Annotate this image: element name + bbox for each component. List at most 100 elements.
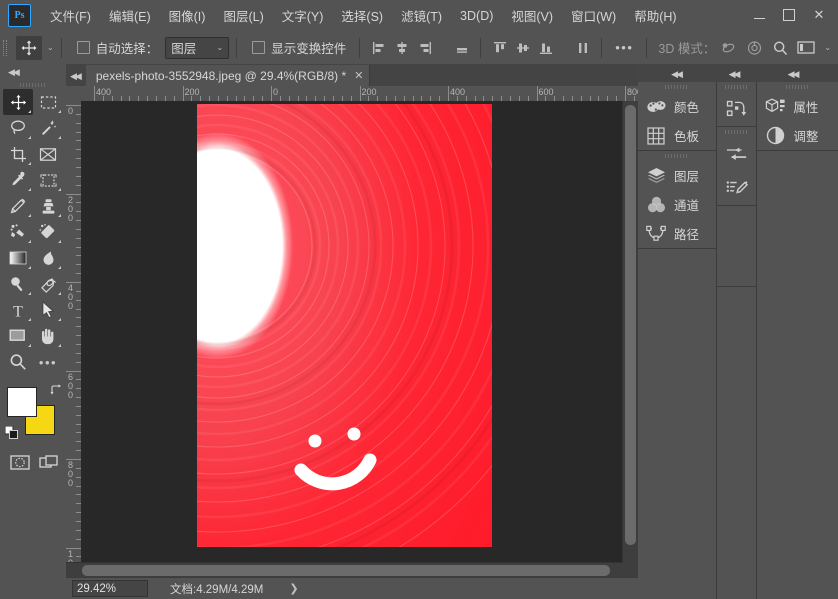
tool-type[interactable]: T <box>3 297 33 323</box>
panel-channels[interactable]: 通道 <box>638 190 716 219</box>
align-horizontal-centers-icon[interactable] <box>390 37 413 59</box>
menu-image[interactable]: 图像(I) <box>160 1 215 30</box>
tool-frame[interactable] <box>33 141 63 167</box>
screen-mode-button[interactable] <box>34 449 63 475</box>
align-bottom-edges-icon[interactable] <box>450 37 473 59</box>
tool-history-brush[interactable] <box>3 219 33 245</box>
orbit-3d-icon[interactable] <box>715 37 741 59</box>
tool-spot-healing[interactable] <box>33 167 63 193</box>
show-transform-checkbox-group[interactable]: 显示变换控件 <box>252 38 346 57</box>
tool-rectangle[interactable] <box>3 323 33 349</box>
workspace-switcher-icon[interactable] <box>793 37 819 59</box>
auto-select-checkbox[interactable] <box>76 41 90 54</box>
menu-3d[interactable]: 3D(D) <box>451 4 502 28</box>
vertical-scrollbar[interactable] <box>622 101 638 578</box>
tool-lasso[interactable] <box>3 115 33 141</box>
foreground-color-swatch[interactable] <box>7 387 37 417</box>
panel-grip[interactable] <box>638 151 716 161</box>
image-canvas[interactable] <box>197 104 492 547</box>
horizontal-ruler[interactable]: 400200020040060080010001200 <box>66 86 638 102</box>
default-colors-icon[interactable] <box>4 425 18 439</box>
panel-adjustments[interactable]: 调整 <box>757 121 838 150</box>
options-bar-grip[interactable] <box>0 31 10 64</box>
menu-select[interactable]: 选择(S) <box>332 1 392 30</box>
tool-path-selection[interactable] <box>33 297 63 323</box>
canvas-viewport[interactable] <box>81 101 623 578</box>
toolbar-collapse-button[interactable]: ◀◀ <box>0 64 66 80</box>
close-button[interactable]: ✕ <box>804 3 834 27</box>
auto-select-target-dropdown[interactable]: 图层 ⌄ <box>165 36 230 59</box>
maximize-button[interactable] <box>774 3 804 27</box>
menu-window[interactable]: 窗口(W) <box>562 1 625 30</box>
panel-color[interactable]: 颜色 <box>638 92 716 121</box>
tool-magic-wand[interactable] <box>33 115 63 141</box>
menu-file[interactable]: 文件(F) <box>41 1 100 30</box>
tool-eyedropper[interactable] <box>3 167 33 193</box>
distribute-horizontal-centers-icon[interactable] <box>571 37 594 59</box>
tool-dodge[interactable] <box>3 271 33 297</box>
tool-preset-caret-icon[interactable]: ⌄ <box>47 43 54 52</box>
tool-rectangular-marquee[interactable] <box>33 89 63 115</box>
tool-move[interactable] <box>3 89 33 115</box>
tool-crop[interactable] <box>3 141 33 167</box>
vertical-ruler[interactable]: 0200400600800100012001400 <box>66 101 82 578</box>
tool-clone-stamp[interactable] <box>33 193 63 219</box>
tool-brush[interactable] <box>3 193 33 219</box>
menu-edit[interactable]: 编辑(E) <box>100 1 160 30</box>
tool-pen[interactable] <box>33 271 63 297</box>
panel-grip[interactable] <box>717 82 757 92</box>
close-icon[interactable]: ✕ <box>354 69 363 82</box>
distribute-top-edges-icon[interactable] <box>488 37 511 59</box>
panel-brush-settings[interactable] <box>717 137 757 171</box>
zoom-3d-icon[interactable] <box>767 37 793 59</box>
tool-gradient[interactable] <box>3 245 33 271</box>
menu-filter[interactable]: 滤镜(T) <box>392 1 451 30</box>
show-transform-checkbox[interactable] <box>252 41 266 54</box>
panel-paths[interactable]: 路径 <box>638 219 716 248</box>
panel-properties[interactable]: 属性 <box>757 92 838 121</box>
tool-hand[interactable] <box>33 323 63 349</box>
panel-brush-presets[interactable] <box>717 171 757 205</box>
auto-select-checkbox-group[interactable]: 自动选择： <box>76 38 158 57</box>
minimize-button[interactable] <box>744 3 774 27</box>
menu-view[interactable]: 视图(V) <box>502 1 562 30</box>
move-tool-icon[interactable] <box>16 35 42 60</box>
tool-blur[interactable] <box>33 245 63 271</box>
menu-layer[interactable]: 图层(L) <box>214 1 272 30</box>
distribute-vertical-centers-icon[interactable] <box>511 37 534 59</box>
align-left-edges-icon[interactable] <box>367 37 390 59</box>
submenu-indicator <box>28 110 31 113</box>
align-right-edges-icon[interactable] <box>413 37 436 59</box>
panel-layers[interactable]: 图层 <box>638 161 716 190</box>
toolbar-grip[interactable] <box>0 80 66 89</box>
vertical-scrollbar-thumb[interactable] <box>625 105 636 545</box>
ruler-major-mark <box>66 282 81 283</box>
more-options-button[interactable]: ••• <box>609 40 639 55</box>
panel-grip[interactable] <box>717 127 757 137</box>
panel-grip[interactable] <box>757 82 838 92</box>
tool-edit-toolbar[interactable]: ••• <box>33 349 63 375</box>
workspace-caret-icon[interactable]: ⌄ <box>824 43 831 52</box>
zoom-level-field[interactable]: 29.42% <box>72 580 148 597</box>
dock-collapse-3[interactable]: ◀◀ <box>753 66 832 80</box>
document-tab[interactable]: pexels-photo-3552948.jpeg @ 29.4%(RGB/8)… <box>85 65 371 86</box>
dock-collapse-1[interactable]: ◀◀ <box>638 66 714 80</box>
status-menu-arrow-icon[interactable]: ❯ <box>289 582 298 595</box>
history-actions-group <box>716 82 757 127</box>
tool-eraser[interactable] <box>33 219 63 245</box>
swap-colors-icon[interactable] <box>50 383 63 399</box>
tool-zoom[interactable] <box>3 349 33 375</box>
dock-collapse-2[interactable]: ◀◀ <box>714 66 753 80</box>
panel-swatches[interactable]: 色板 <box>638 121 716 150</box>
panel-grip[interactable] <box>638 82 716 92</box>
distribute-bottom-edges-icon[interactable] <box>534 37 557 59</box>
horizontal-scrollbar-thumb[interactable] <box>82 565 610 576</box>
menu-type[interactable]: 文字(Y) <box>273 1 333 30</box>
horizontal-scrollbar[interactable] <box>66 562 623 578</box>
menu-help[interactable]: 帮助(H) <box>625 1 685 30</box>
roll-3d-icon[interactable] <box>741 37 767 59</box>
quick-mask-button[interactable] <box>5 449 34 475</box>
dock-header: ◀◀ ◀◀ ◀◀ <box>638 64 838 82</box>
panel-actions[interactable] <box>717 92 757 126</box>
docarea-collapse-icon[interactable]: ◀◀ <box>66 67 86 86</box>
